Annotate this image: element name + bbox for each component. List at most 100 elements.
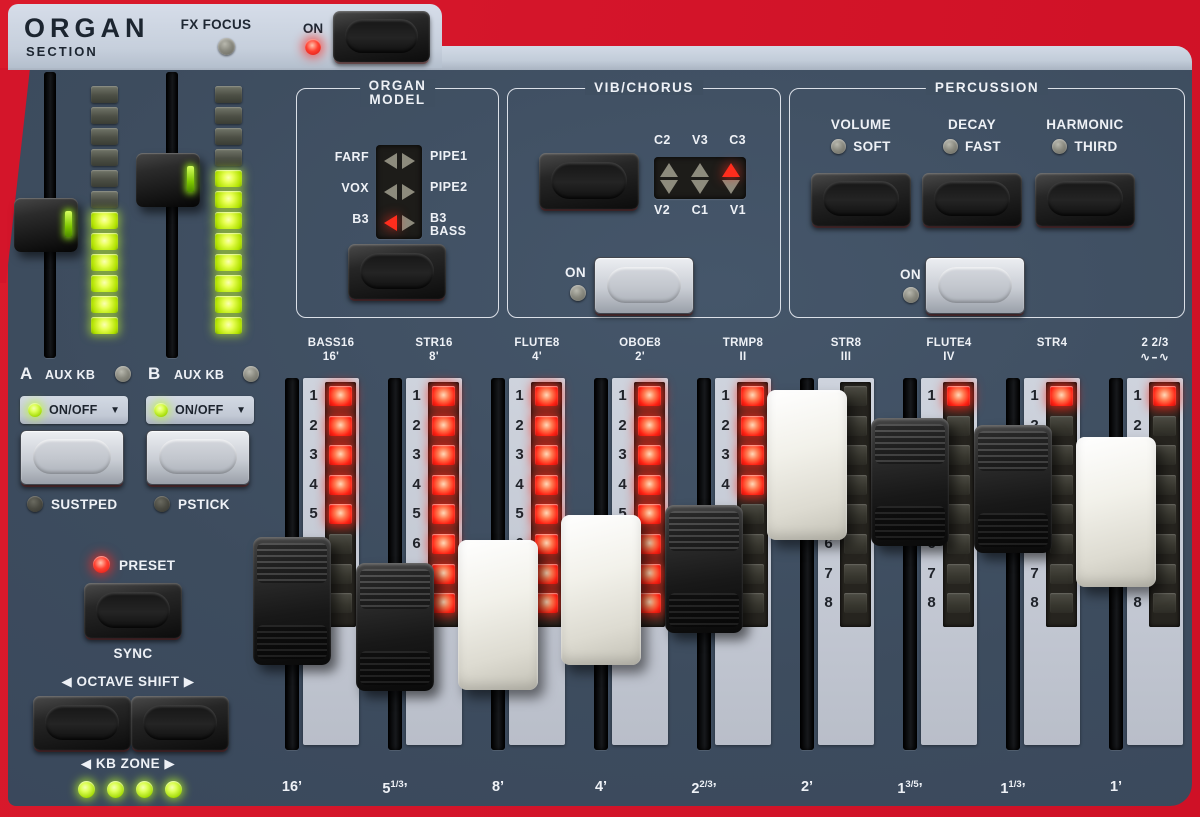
meter-segment [91,107,118,124]
preset-label: PRESET [119,558,175,573]
drawbar-fader-223[interactable] [1076,437,1156,587]
organ-model-option-b3: B3 [297,212,369,226]
drawbar-led [844,445,867,465]
preset-sync-button[interactable] [84,583,182,638]
meter-segment [215,107,242,124]
vib-on-button[interactable] [594,257,694,314]
drawbar-led [1050,534,1073,554]
drawbar-scale-number: 1 [715,387,736,404]
meter-segment [215,233,242,250]
drawbar-led [329,475,352,495]
drawbar-scale-number: 2 [303,417,324,434]
drawbar-led [1153,445,1176,465]
drawbar-scale-number: 2 [509,417,530,434]
drawbar-led [535,475,558,495]
drawbar-led [535,416,558,436]
manual-b-onoff-strip: ON/OFF ▼ [146,396,254,424]
drawbar-fader-str4[interactable] [974,425,1052,553]
drawbar-scale-number: 4 [715,476,736,493]
meter-segment [91,212,118,229]
kb-zone-led [136,781,153,798]
section-subtitle: SECTION [26,44,98,59]
drawbar-fader-flute4[interactable] [871,418,949,546]
pstick-led [154,496,170,512]
drawbar-scale-number: 3 [406,446,427,463]
drawbar-scale-number: 4 [406,476,427,493]
drawbar-scale-number: 5 [303,505,324,522]
drawbar-led [741,593,764,613]
drawbar-scale-number: 8 [818,594,839,611]
fx-focus-led [218,38,235,55]
master-level-b-fader[interactable] [136,153,200,207]
drawbar-scale-number: 1 [1024,387,1045,404]
drawbar-scale-number: 1 [612,387,633,404]
percussion-harmonic-group: HARMONIC THIRD [1020,117,1150,154]
drawbar-led [432,416,455,436]
drawbar-fader-oboe8[interactable] [561,515,641,665]
drawbar-led [741,564,764,584]
percussion-soft-led [831,139,846,154]
drawbar-footage-label-oboe8: 4’ [541,779,661,795]
drawbar-led [638,445,661,465]
drawbar-led [432,534,455,554]
drawbar-fader-trmp8[interactable] [665,505,743,633]
drawbar-led [638,504,661,524]
drawbar-led [844,593,867,613]
drawbar-led [947,593,970,613]
percussion-third-label: THIRD [1074,139,1117,154]
manual-a-onoff-button[interactable] [20,430,124,485]
percussion-harmonic-button[interactable] [1035,173,1135,226]
drawbar-fader-bass16[interactable] [253,537,331,665]
octave-shift-up-button[interactable] [131,696,229,750]
drawbar-led [741,504,764,524]
organ-model-option-b3-bass: B3 BASS [430,212,482,238]
percussion-decay-button[interactable] [922,173,1022,226]
drawbar-scale-number: 8 [921,594,942,611]
drawbar-fader-str8[interactable] [767,390,847,540]
percussion-volume-button[interactable] [811,173,911,226]
meter-segment [215,149,242,166]
organ-on-button[interactable] [333,11,430,62]
meter-segment [215,275,242,292]
vib-chorus-select-button[interactable] [539,153,639,209]
percussion-box: PERCUSSION VOLUME SOFT DECAY FAST HARMON… [789,88,1185,318]
drawbar-fader-str16[interactable] [356,563,434,691]
drawbar-led [741,475,764,495]
percussion-on-button[interactable] [925,257,1025,314]
drawbar-led [535,593,558,613]
fader-b-indicator [187,166,194,192]
vib-down-arrow-icon [722,180,740,194]
percussion-decay-group: DECAY FAST [907,117,1037,154]
master-level-a-fader[interactable] [14,198,78,252]
vib-label-c2: C2 [654,133,671,147]
octave-shift-down-button[interactable] [33,696,131,750]
model-left-arrow-icon [384,184,397,200]
meter-segment [91,275,118,292]
organ-model-select-button[interactable] [348,244,446,299]
drawbar-led [741,445,764,465]
drawbar-scale-number: 7 [818,565,839,582]
drawbar-footage-label-str4: 11/3’ [953,779,1073,797]
meter-segment [215,191,242,208]
drawbar-led [1050,475,1073,495]
organ-model-option-vox: VOX [297,181,369,195]
drawbar-led [638,475,661,495]
drawbar-fader-flute8[interactable] [458,540,538,690]
drawbar-led [844,475,867,495]
vib-chorus-title: VIB/CHORUS [585,80,703,95]
organ-on-label: ON [296,21,330,36]
manual-b-label: AUX KB [174,368,224,382]
sustped-led [27,496,43,512]
percussion-on-led [903,287,919,303]
drawbar-led [1050,386,1073,406]
drawbar-scale-number: 4 [303,476,324,493]
vib-down-arrow-icon [660,180,678,194]
drawbar-led [638,593,661,613]
drawbar-led [947,534,970,554]
manual-b-onoff-button[interactable] [146,430,250,485]
meter-segment [215,212,242,229]
organ-model-led-panel [376,145,422,239]
manual-a-onoff-led [28,403,42,417]
drawbar-led [329,564,352,584]
drawbar-led [535,504,558,524]
